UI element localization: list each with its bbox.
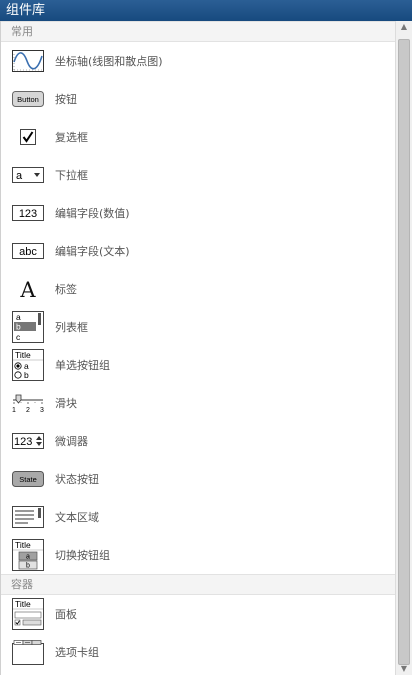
component-spinner[interactable]: 123 微调器	[1, 422, 396, 460]
spinner-icon: 123	[12, 433, 44, 449]
svg-text:a: a	[16, 170, 23, 182]
component-label: 坐标轴(线图和散点图)	[55, 55, 163, 68]
label-icon: A	[12, 278, 44, 300]
component-label: 复选框	[55, 131, 88, 144]
section-header-common: 常用	[1, 21, 396, 42]
component-label: 标签	[55, 283, 77, 296]
checkbox-icon	[12, 129, 44, 145]
component-radio-group[interactable]: Title a b 单选按钮组	[1, 346, 396, 384]
component-button[interactable]: Button 按钮	[1, 80, 396, 118]
svg-text:2: 2	[26, 407, 30, 413]
radio-group-icon: Title a b	[12, 349, 44, 381]
svg-text:a: a	[26, 554, 30, 561]
component-library-panel: 常用 坐标轴(线图和散点图) Button 按钮 复选框 a 下拉框 123 编…	[0, 21, 396, 675]
component-toggle-group[interactable]: Title a b 切换按钮组	[1, 536, 396, 574]
component-label: 列表框	[55, 321, 88, 334]
component-listbox[interactable]: a b c 列表框	[1, 308, 396, 346]
text-field-icon: abc	[12, 243, 44, 259]
component-label: 编辑字段(文本)	[55, 245, 130, 258]
component-label: 单选按钮组	[55, 359, 110, 372]
svg-text:123: 123	[19, 208, 37, 220]
scroll-down-arrow-icon[interactable]: ▼	[396, 663, 412, 675]
component-label: 状态按钮	[55, 473, 99, 486]
tab-group-icon	[12, 639, 44, 665]
vertical-scrollbar[interactable]: ▲ ▼	[395, 21, 412, 675]
svg-text:State: State	[19, 475, 37, 484]
numeric-field-icon: 123	[12, 205, 44, 221]
scrollbar-thumb[interactable]	[398, 39, 410, 665]
component-text-field[interactable]: abc 编辑字段(文本)	[1, 232, 396, 270]
toggle-group-icon: Title a b	[12, 539, 44, 571]
svg-text:Title: Title	[15, 599, 31, 609]
component-label: 切换按钮组	[55, 549, 110, 562]
component-checkbox[interactable]: 复选框	[1, 118, 396, 156]
component-state-button[interactable]: State 状态按钮	[1, 460, 396, 498]
component-label: 下拉框	[55, 169, 88, 182]
component-dropdown[interactable]: a 下拉框	[1, 156, 396, 194]
svg-text:123: 123	[14, 436, 32, 448]
svg-text:3: 3	[40, 407, 44, 413]
component-numeric-field[interactable]: 123 编辑字段(数值)	[1, 194, 396, 232]
svg-text:1: 1	[12, 407, 16, 413]
component-panel[interactable]: Title 面板	[1, 595, 396, 633]
component-label: 按钮	[55, 93, 77, 106]
state-button-icon: State	[12, 471, 44, 487]
component-label: 编辑字段(数值)	[55, 207, 130, 220]
window-title: 组件库	[0, 0, 412, 21]
component-text-area[interactable]: 文本区域	[1, 498, 396, 536]
svg-text:Button: Button	[17, 95, 39, 104]
svg-text:b: b	[26, 563, 30, 570]
component-label: 面板	[55, 608, 77, 621]
text-area-icon	[12, 506, 44, 528]
dropdown-icon: a	[12, 167, 44, 183]
section-header-containers: 容器	[1, 574, 396, 595]
scroll-up-arrow-icon[interactable]: ▲	[396, 21, 412, 33]
component-label: 微调器	[55, 435, 88, 448]
svg-text:b: b	[24, 370, 29, 380]
panel-icon: Title	[12, 598, 44, 630]
slider-icon: 1 2 3	[12, 393, 44, 413]
axes-icon	[12, 50, 44, 72]
component-label: 滑块	[55, 397, 77, 410]
svg-text:Title: Title	[15, 540, 31, 550]
svg-text:A: A	[19, 278, 36, 300]
component-label: 文本区域	[55, 511, 99, 524]
listbox-icon: a b c	[12, 311, 44, 343]
component-axes[interactable]: 坐标轴(线图和散点图)	[1, 42, 396, 80]
component-slider[interactable]: 1 2 3 滑块	[1, 384, 396, 422]
button-icon: Button	[12, 91, 44, 107]
svg-text:a: a	[16, 312, 21, 322]
svg-text:Title: Title	[15, 350, 31, 360]
component-label-widget[interactable]: A 标签	[1, 270, 396, 308]
svg-text:b: b	[16, 322, 21, 332]
component-label: 选项卡组	[55, 646, 99, 659]
component-tab-group[interactable]: 选项卡组	[1, 633, 396, 671]
svg-text:abc: abc	[19, 246, 37, 258]
